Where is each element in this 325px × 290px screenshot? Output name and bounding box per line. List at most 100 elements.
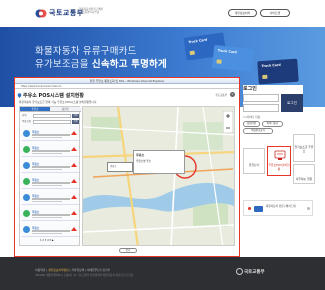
station-list-panel: 주유소 충전소 지역 검색 주유소명 검색 주유소 주유소 주유소 주유소 주유… xyxy=(19,106,81,246)
list-item[interactable]: 주유소 xyxy=(22,127,79,141)
list-item[interactable]: 주유소 xyxy=(22,191,79,205)
station-name-input[interactable] xyxy=(33,120,71,124)
list-item[interactable]: 주유소 xyxy=(22,207,79,221)
station-map[interactable]: 주유소 주유소명 주소 주유소 xyxy=(82,106,235,246)
save-id-label: 아이디 저장 xyxy=(246,115,261,119)
logo-subtitle: 화물자동차유류구매카드 통합관리시스템 xyxy=(79,8,103,15)
signup-button[interactable]: 회원가입 xyxy=(243,121,260,127)
search-row-name: 주유소명 xyxy=(22,120,31,124)
login-button[interactable]: 로그인 xyxy=(281,94,303,112)
password-field[interactable] xyxy=(243,104,279,112)
footer-address: (30103) 세종특별자치시 도움6로 11 국토교통부 물류정책과 화물자동… xyxy=(35,274,134,277)
popup-description: 화물자동차 유가보조금 결제 가능 주유소 POS시스템 설치현황입니다. xyxy=(19,100,98,104)
station-icon xyxy=(23,178,30,185)
quick-fuel-price[interactable]: 유류단가 xyxy=(243,148,265,174)
list-item[interactable]: 주유소 xyxy=(22,159,79,173)
quick-pos-install[interactable]: 주유소POS설치현황 xyxy=(267,146,291,176)
tab-charging-station[interactable]: 충전소 xyxy=(50,107,81,112)
footer-logo-icon xyxy=(236,268,243,275)
station-address-2 xyxy=(32,184,62,186)
site-header: 국토교통부 화물자동차유류구매카드 통합관리시스템 개인정보처리 사이트맵 xyxy=(0,0,325,27)
station-address xyxy=(32,182,70,184)
station-address-2 xyxy=(32,168,62,170)
truck-card-image: Truck Card xyxy=(257,58,299,85)
pos-install-popup: 유류 주유소 통합조회 및 Ktrs - Windows Internet Ex… xyxy=(14,77,240,257)
station-icon xyxy=(23,162,30,169)
list-item[interactable]: 주유소 xyxy=(22,223,79,237)
location-pin-icon xyxy=(17,92,22,98)
station-address-2 xyxy=(32,200,62,202)
station-icon xyxy=(23,130,30,137)
find-id-button[interactable]: 아이디찾기 xyxy=(262,121,283,127)
popup-header: 주유소 POS시스템 설치현황 국토교통부 × xyxy=(17,91,235,99)
hero-line-2: 유가보조금을 신속하고 투명하게 xyxy=(35,56,167,70)
card-mini-icon xyxy=(254,206,263,212)
popup-brand: 국토교통부 xyxy=(215,94,227,97)
banner-pager-dot[interactable] xyxy=(307,207,310,210)
hero-line-2-bold: 신속하고 투명하게 xyxy=(91,59,167,70)
station-address xyxy=(32,214,70,216)
map-canvas[interactable] xyxy=(83,107,235,246)
brand-logo-icon xyxy=(71,211,77,215)
card-label: Truck Card xyxy=(187,37,208,45)
station-icon xyxy=(23,226,30,233)
map-info-window: 주유소 주유소명 주소 xyxy=(133,150,185,174)
banner-text: 화물자동차 유류구매카드제 xyxy=(266,205,296,208)
card-label: Truck Card xyxy=(261,62,281,69)
site-footer: 이용약관 | 개인정보처리방침 | 저작권정책 | 이메일무단수집거부 (301… xyxy=(0,257,325,290)
hero-line-1: 화물자동차 유류구매카드 xyxy=(35,46,137,57)
brand-logo-icon xyxy=(71,195,77,199)
ministry-logo-icon[interactable] xyxy=(35,8,47,19)
list-pagination[interactable]: 1 2 3 4 5 ▶ xyxy=(40,239,54,242)
quick-subsidy-station[interactable]: 유가보조금 주유소 xyxy=(293,134,315,162)
truck-card-image: Truck Card xyxy=(211,44,255,73)
brand-logo-icon xyxy=(71,179,77,183)
station-address xyxy=(32,198,70,200)
list-item[interactable]: 주유소 xyxy=(22,175,79,189)
popup-heading: 주유소 POS시스템 설치현황 xyxy=(23,93,84,99)
card-chip xyxy=(189,50,196,56)
brand-logo-icon xyxy=(71,131,77,135)
privacy-button[interactable]: 개인정보처리 xyxy=(228,9,257,17)
map-info-title: 주유소 xyxy=(136,153,145,157)
station-address xyxy=(32,230,70,232)
quick-menu: 유류단가 주유소POS설치현황 유가보조금 주유소 자주하는 질문 xyxy=(243,134,317,200)
sitemap-button[interactable]: 사이트맵 xyxy=(260,9,290,17)
save-id-checkbox[interactable]: ☐ 아이디 저장 xyxy=(243,115,260,119)
zoom-control-icon[interactable] xyxy=(223,111,233,133)
region-search-button[interactable]: 검색 xyxy=(72,114,79,118)
region-select[interactable] xyxy=(33,114,71,118)
station-address xyxy=(32,166,70,168)
station-address xyxy=(32,134,70,136)
popup-address-bar[interactable]: https://www.truckcard.kr/index.do xyxy=(15,84,239,89)
station-address-2 xyxy=(32,136,62,138)
station-icon xyxy=(23,194,30,201)
pos-terminal-icon xyxy=(274,150,286,160)
brand-logo-icon xyxy=(71,163,77,167)
search-label: 지역 xyxy=(22,114,27,117)
username-field[interactable] xyxy=(243,94,279,102)
find-password-button[interactable]: 비밀번호찾기 xyxy=(243,128,273,134)
footer-links-prefix: 이용약관 | xyxy=(35,268,49,272)
quick-pos-label: 주유소POS설치현황 xyxy=(268,163,290,171)
login-title: 로그인 xyxy=(243,86,257,92)
footer-links[interactable]: 이용약관 | 개인정보처리방침 | 저작권정책 | 이메일무단수집거부 xyxy=(35,268,110,272)
station-address-2 xyxy=(32,216,62,218)
station-address-2 xyxy=(32,152,62,154)
card-chip xyxy=(216,59,222,64)
quick-faq[interactable]: 자주하는 질문 xyxy=(293,164,315,184)
card-label: Truck Card xyxy=(217,48,238,55)
search-label: 주유소명 xyxy=(22,120,31,123)
popup-close-button[interactable]: 닫기 xyxy=(119,248,137,253)
card-chip xyxy=(262,74,268,80)
name-search-button[interactable]: 검색 xyxy=(72,120,79,124)
search-row-region: 지역 xyxy=(22,114,26,118)
promo-banner[interactable]: 화물자동차 유류구매카드제 xyxy=(243,200,313,216)
map-info-line: 주유소명 주소 xyxy=(136,160,152,163)
close-icon[interactable]: × xyxy=(230,92,235,97)
tab-gas-station[interactable]: 주유소 xyxy=(20,107,50,112)
footer-logo-text: 국토교통부 xyxy=(244,270,265,275)
list-item[interactable]: 주유소 xyxy=(22,143,79,157)
map-marker-label[interactable]: 주유소 xyxy=(107,162,133,172)
privacy-policy-link[interactable]: 개인정보처리방침 xyxy=(48,268,69,272)
